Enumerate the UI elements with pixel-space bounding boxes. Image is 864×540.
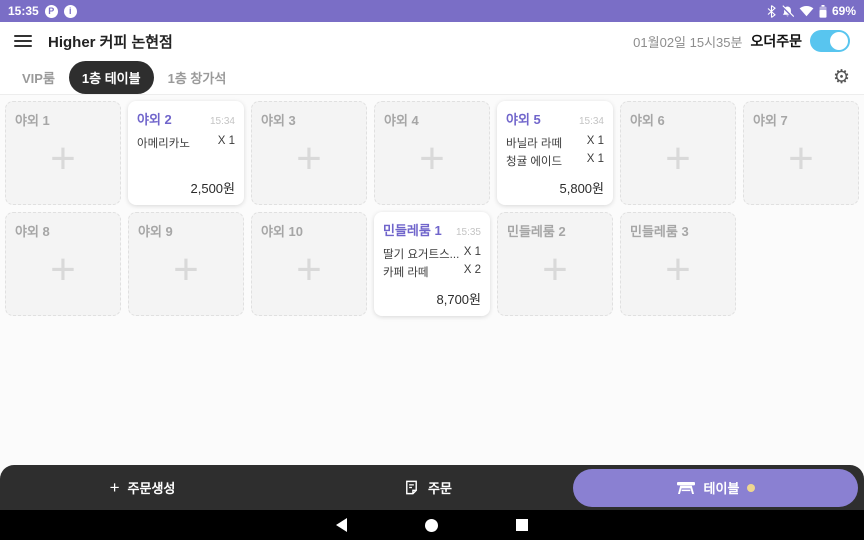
tab-1f-window[interactable]: 1층 창가석: [160, 62, 235, 93]
bottom-action-bar: + 주문생성 주문 테이블: [0, 465, 864, 510]
order-pad-icon: [406, 480, 417, 495]
add-order-icon: +: [788, 133, 814, 183]
order-item-qty: X 1: [217, 135, 235, 147]
order-item: 아메리카노 X 1: [137, 135, 235, 151]
table-icon: [676, 481, 695, 494]
table-card[interactable]: 야외 4 +: [374, 101, 490, 205]
table-view-section: 테이블: [570, 465, 864, 510]
battery-percent: 69%: [831, 4, 856, 18]
table-card[interactable]: 야외 3 +: [251, 101, 367, 205]
add-order-icon: +: [50, 133, 76, 183]
table-view-label: 테이블: [703, 481, 740, 496]
tab-vip-room[interactable]: VIP룸: [14, 62, 63, 93]
add-order-icon: +: [665, 244, 691, 294]
table-card[interactable]: 민들레룸 3 +: [620, 212, 736, 316]
order-time: 15:34: [209, 116, 235, 127]
table-name: 민들레룸 1: [383, 223, 442, 238]
toggle-knob: [830, 32, 848, 50]
active-indicator-dot: [747, 483, 756, 492]
order-total: 8,700원: [436, 292, 482, 307]
table-card[interactable]: 야외 5 15:34 바닐라 라떼 X 1 청귤 에이드 X 1 5,800원: [497, 101, 613, 205]
order-item-name: 청귤 에이드: [506, 156, 563, 168]
table-card-header: 민들레룸 1 15:35: [383, 220, 481, 239]
order-item-qty: X 1: [586, 135, 604, 147]
orders-label: 주문: [428, 481, 452, 496]
table-name: 야외 2: [137, 112, 172, 127]
table-card[interactable]: 야외 1 +: [5, 101, 121, 205]
bluetooth-icon: [767, 4, 776, 18]
order-item-qty: X 2: [463, 264, 481, 276]
order-item-qty: X 1: [463, 246, 481, 258]
notification-icon-p: P: [44, 4, 58, 18]
android-nav-bar: [0, 510, 864, 540]
add-order-icon: +: [419, 133, 445, 183]
order-total: 5,800원: [559, 181, 605, 196]
status-bar-right: 69%: [767, 4, 856, 18]
order-item: 카페 라떼 X 2: [383, 264, 481, 280]
order-items: 바닐라 라떼 X 1 청귤 에이드 X 1: [506, 135, 604, 169]
add-order-icon: +: [173, 244, 199, 294]
add-order-icon: +: [542, 244, 568, 294]
recents-icon[interactable]: [516, 519, 528, 531]
status-bar-left: 15:35 P i: [8, 4, 77, 18]
order-total: 2,500원: [190, 181, 236, 196]
order-item: 딸기 요거트스... X 1: [383, 246, 481, 262]
create-order-label: 주문생성: [127, 481, 176, 496]
table-card[interactable]: 야외 10 +: [251, 212, 367, 316]
status-bar: 15:35 P i 69%: [0, 0, 864, 22]
order-item: 바닐라 라떼 X 1: [506, 135, 604, 151]
tab-1f-table[interactable]: 1층 테이블: [68, 60, 154, 94]
floor-tab-bar: VIP룸 1층 테이블 1층 창가석 ⚙: [0, 60, 864, 95]
order-items: 아메리카노 X 1: [137, 135, 235, 151]
table-card[interactable]: 민들레룸 1 15:35 딸기 요거트스... X 1 카페 라떼 X 2 8,700원: [374, 212, 490, 316]
pos-app: 15:35 P i 69% Higher 커피 논현점 01월02일 15시35…: [0, 0, 864, 540]
app-header: Higher 커피 논현점 01월02일 15시35분 오더주문: [0, 22, 864, 60]
menu-icon[interactable]: [14, 35, 32, 47]
order-time: 15:34: [578, 116, 604, 127]
table-card[interactable]: 야외 7 +: [743, 101, 859, 205]
notification-icon-info: i: [63, 4, 77, 18]
create-order-button[interactable]: + 주문생성: [0, 478, 285, 497]
table-grid: 야외 1 + 야외 2 15:34 아메리카노 X 1 2,500원 야외 3 + 야외 4 + 야외…: [0, 95, 864, 465]
clock: 15:35: [8, 4, 39, 18]
order-item-name: 바닐라 라떼: [506, 138, 563, 150]
table-card[interactable]: 야외 9 +: [128, 212, 244, 316]
order-items: 딸기 요거트스... X 1 카페 라떼 X 2: [383, 246, 481, 280]
order-item: 청귤 에이드 X 1: [506, 153, 604, 169]
add-order-icon: +: [665, 133, 691, 183]
current-datetime: 01월02일 15시35분: [633, 34, 743, 50]
battery-icon: [819, 4, 827, 18]
table-card[interactable]: 민들레룸 2 +: [497, 212, 613, 316]
order-time: 15:35: [455, 227, 481, 238]
order-toggle-label: 오더주문: [750, 33, 802, 49]
store-name: Higher 커피 논현점: [48, 33, 173, 51]
settings-gear-icon[interactable]: ⚙: [833, 68, 850, 87]
wifi-icon: [799, 5, 814, 17]
table-view-button[interactable]: 테이블: [573, 468, 858, 507]
add-order-icon: +: [50, 244, 76, 294]
add-order-icon: +: [296, 244, 322, 294]
order-item-name: 카페 라떼: [383, 267, 429, 279]
table-card-header: 야외 2 15:34: [137, 109, 235, 128]
order-item-qty: X 1: [586, 153, 604, 165]
order-item-name: 아메리카노: [137, 138, 190, 150]
table-card[interactable]: 야외 8 +: [5, 212, 121, 316]
header-right: 01월02일 15시35분 오더주문: [633, 30, 850, 52]
order-item-name: 딸기 요거트스...: [383, 249, 460, 261]
add-order-icon: +: [296, 133, 322, 183]
home-icon[interactable]: [425, 518, 438, 532]
order-toggle[interactable]: [810, 30, 850, 52]
table-name: 야외 5: [506, 112, 541, 127]
back-icon[interactable]: [336, 518, 347, 532]
table-card[interactable]: 야외 2 15:34 아메리카노 X 1 2,500원: [128, 101, 244, 205]
plus-icon: +: [109, 478, 120, 497]
table-card[interactable]: 야외 6 +: [620, 101, 736, 205]
notifications-off-icon: [781, 4, 794, 18]
table-card-header: 야외 5 15:34: [506, 109, 604, 128]
orders-button[interactable]: 주문: [285, 478, 570, 497]
